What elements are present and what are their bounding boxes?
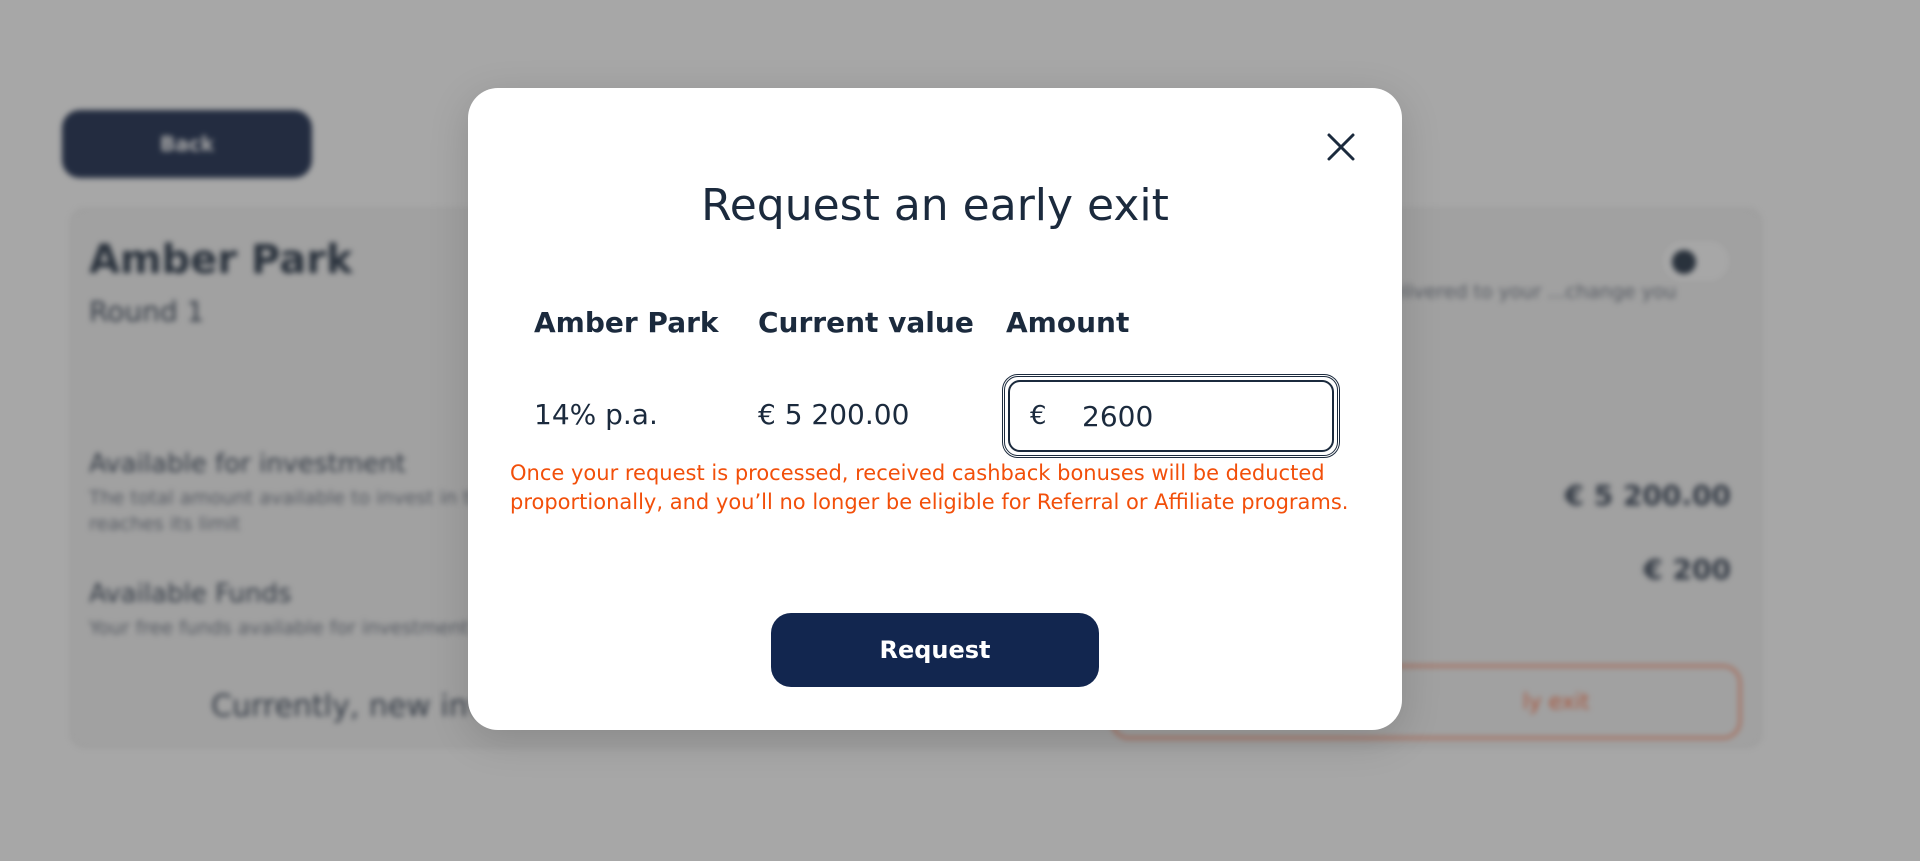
amount-input[interactable] bbox=[1082, 399, 1282, 433]
early-exit-modal: Request an early exit Amber Park Current… bbox=[468, 88, 1402, 730]
currency-symbol: € bbox=[1030, 401, 1047, 431]
request-button[interactable]: Request bbox=[771, 613, 1099, 687]
close-icon bbox=[1327, 133, 1355, 161]
rate-value: 14% p.a. bbox=[534, 398, 658, 431]
close-button[interactable] bbox=[1320, 126, 1362, 168]
amount-field[interactable]: € bbox=[1002, 374, 1340, 458]
column-header-amount: Amount bbox=[1006, 306, 1130, 339]
warning-text: Once your request is processed, received… bbox=[510, 461, 1349, 514]
current-value: € 5 200.00 bbox=[758, 398, 910, 431]
column-header-project: Amber Park bbox=[534, 306, 719, 339]
modal-title: Request an early exit bbox=[701, 180, 1169, 231]
column-header-current-value: Current value bbox=[758, 306, 974, 339]
amount-field-inner: € bbox=[1008, 380, 1334, 452]
